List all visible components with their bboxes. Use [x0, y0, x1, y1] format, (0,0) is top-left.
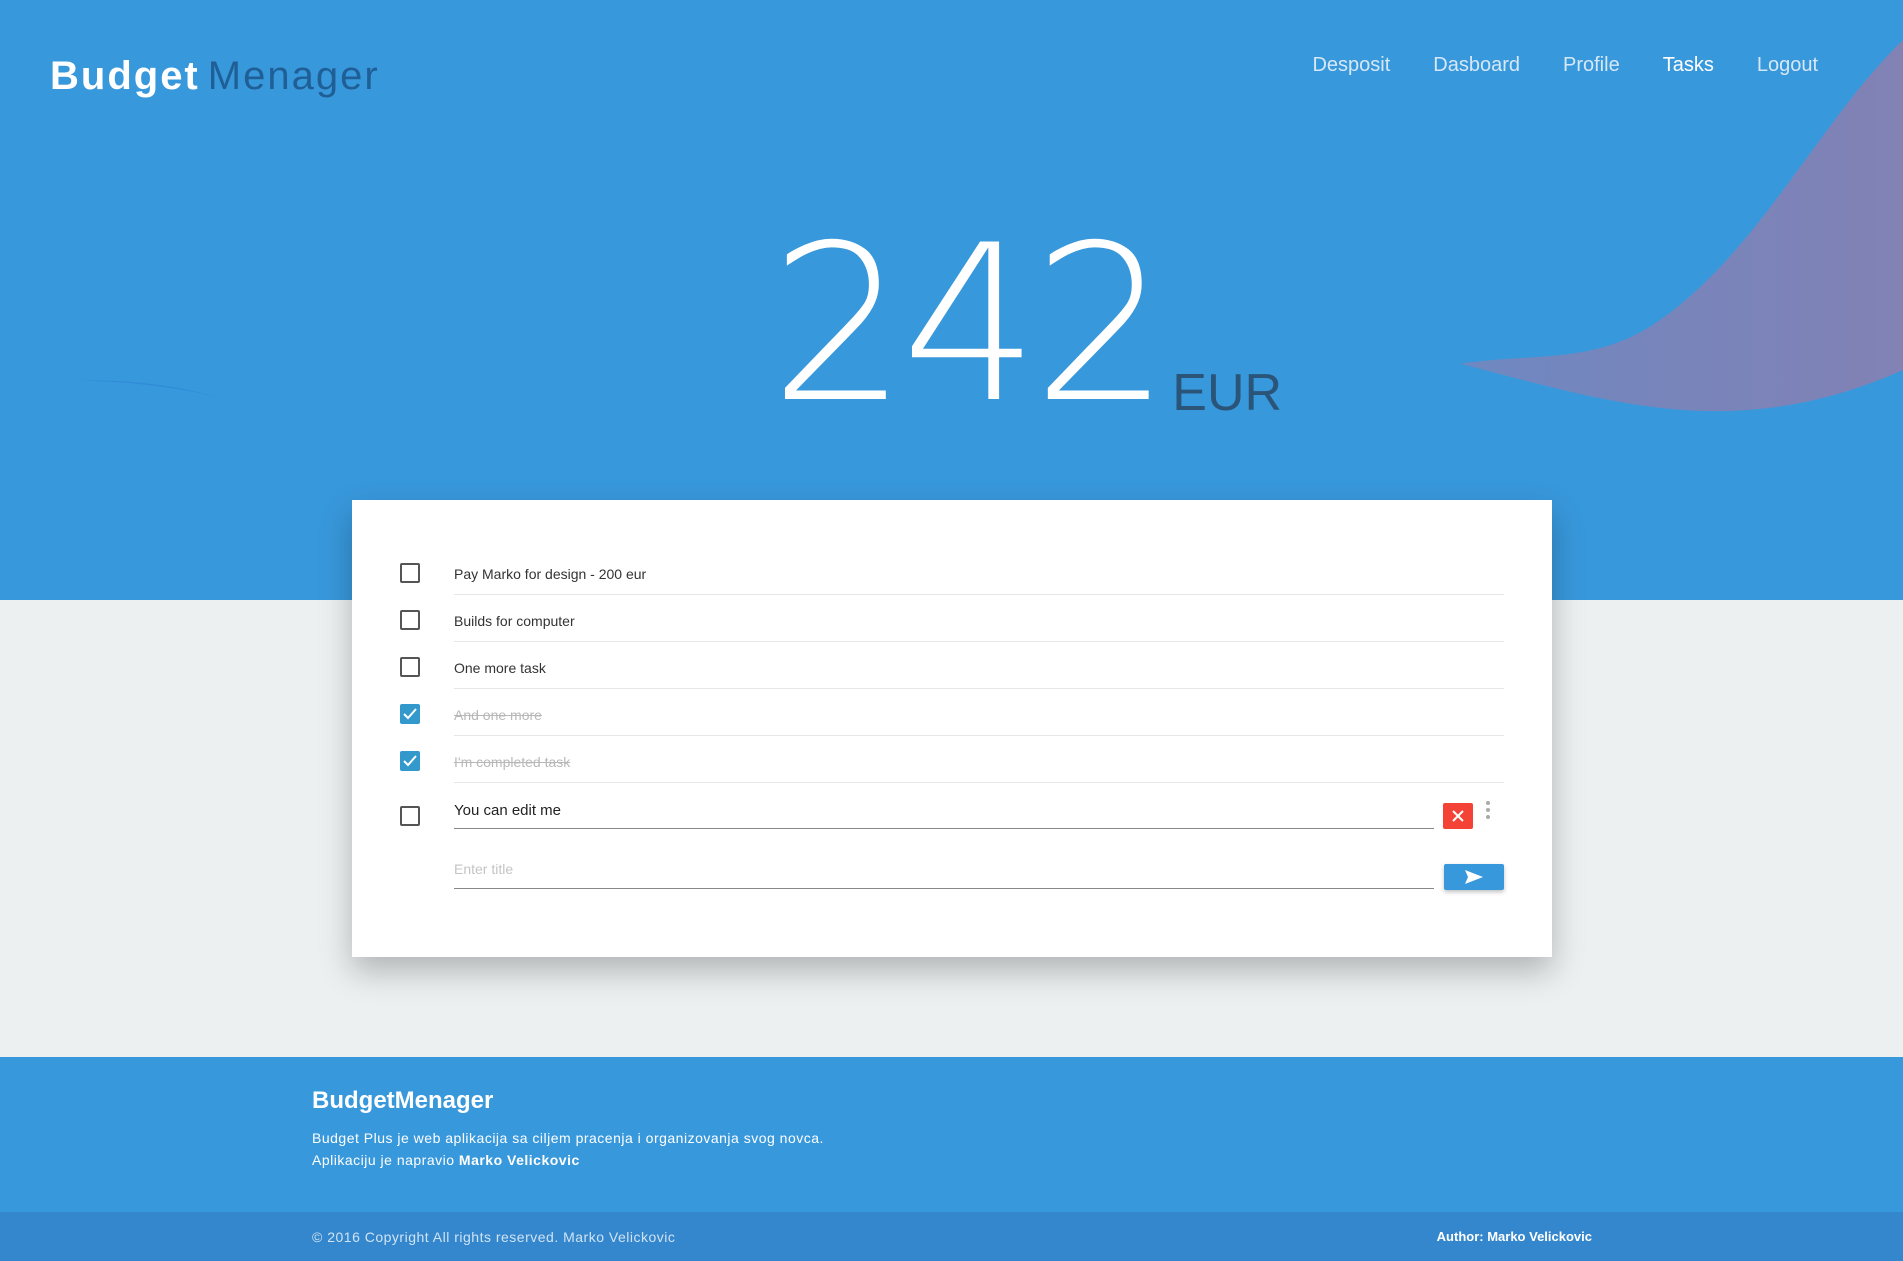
- new-task-row: [400, 841, 1504, 901]
- balance-currency: EUR: [1172, 364, 1283, 422]
- task-list: Pay Marko for design - 200 eur Builds fo…: [400, 548, 1504, 901]
- task-item: Builds for computer: [400, 595, 1504, 642]
- brand-part1: Budget: [50, 54, 200, 98]
- task-item-editing: [400, 783, 1504, 841]
- task-checkbox-checked[interactable]: [400, 704, 420, 724]
- add-task-button[interactable]: [1444, 864, 1504, 890]
- nav-item-tasks[interactable]: Tasks: [1663, 54, 1714, 77]
- footer: BudgetMenager Budget Plus je web aplikac…: [0, 1057, 1903, 1212]
- main-nav: Desposit Dasboard Profile Tasks Logout: [1312, 54, 1818, 77]
- delete-task-button[interactable]: [1443, 803, 1473, 829]
- task-title[interactable]: I'm completed task: [454, 736, 1504, 783]
- balance-display: 242 EUR: [770, 199, 1283, 450]
- balance-amount: 242: [770, 199, 1170, 450]
- close-icon: [1452, 810, 1464, 822]
- check-icon: [403, 708, 417, 720]
- task-item-completed: I'm completed task: [400, 736, 1504, 783]
- footer-credits-prefix: Aplikaciju je napravio: [312, 1152, 459, 1168]
- task-item-completed: And one more: [400, 689, 1504, 736]
- send-icon: [1465, 870, 1483, 884]
- task-title[interactable]: One more task: [454, 642, 1504, 689]
- nav-item-profile[interactable]: Profile: [1563, 54, 1620, 77]
- more-vertical-icon[interactable]: [1485, 801, 1491, 821]
- new-task-title-input[interactable]: [454, 849, 1434, 889]
- footer-content: BudgetMenager Budget Plus je web aplikac…: [312, 1087, 824, 1171]
- footer-credits-author: Marko Velickovic: [458, 1152, 580, 1168]
- check-icon: [403, 755, 417, 767]
- task-edit-input[interactable]: [454, 791, 1434, 829]
- nav-item-logout[interactable]: Logout: [1757, 54, 1818, 77]
- task-checkbox[interactable]: [400, 657, 420, 677]
- footer-title: BudgetMenager: [312, 1087, 494, 1114]
- task-checkbox-checked[interactable]: [400, 751, 420, 771]
- brand-logo[interactable]: Budget Menager: [50, 54, 380, 99]
- author-text: Author: Marko Velickovic: [1436, 1229, 1592, 1244]
- task-title[interactable]: And one more: [454, 689, 1504, 736]
- task-item: Pay Marko for design - 200 eur: [400, 548, 1504, 595]
- footer-description: Budget Plus je web aplikacija sa ciljem …: [312, 1130, 824, 1146]
- task-title[interactable]: Builds for computer: [454, 595, 1504, 642]
- tasks-card: Pay Marko for design - 200 eur Builds fo…: [352, 500, 1552, 957]
- nav-item-dashboard[interactable]: Dasboard: [1433, 54, 1520, 77]
- bottom-bar: © 2016 Copyright All rights reserved. Ma…: [0, 1212, 1903, 1261]
- task-checkbox[interactable]: [400, 563, 420, 583]
- task-title[interactable]: Pay Marko for design - 200 eur: [454, 548, 1504, 595]
- task-checkbox[interactable]: [400, 610, 420, 630]
- nav-item-deposit[interactable]: Desposit: [1312, 54, 1390, 77]
- task-checkbox[interactable]: [400, 806, 420, 826]
- task-item: One more task: [400, 642, 1504, 689]
- brand-part2: Menager: [207, 54, 380, 98]
- copyright-text: © 2016 Copyright All rights reserved. Ma…: [312, 1229, 676, 1245]
- footer-credits: Aplikaciju je napravio Marko Velickovic: [312, 1149, 824, 1171]
